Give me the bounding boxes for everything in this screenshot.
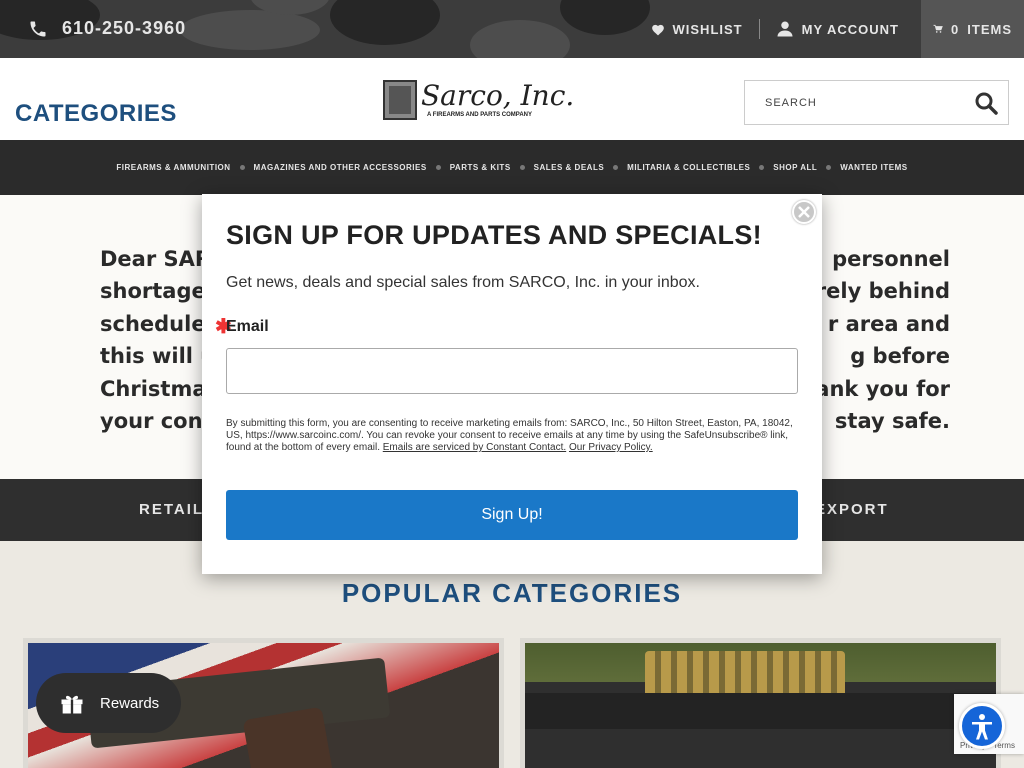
close-icon (798, 206, 810, 218)
sign-up-button[interactable]: Sign Up! (226, 490, 798, 540)
rewards-launcher[interactable]: Rewards (36, 673, 181, 733)
rewards-label: Rewards (100, 694, 160, 712)
gift-icon (61, 695, 83, 714)
signup-modal: SIGN UP FOR UPDATES AND SPECIALS! Get ne… (202, 194, 822, 574)
consent-text: By submitting this form, you are consent… (226, 418, 801, 454)
email-field[interactable] (226, 348, 798, 394)
close-modal-button[interactable] (792, 200, 816, 224)
constant-contact-link[interactable]: Emails are serviced by Constant Contact. (383, 442, 566, 453)
accessibility-button[interactable] (959, 703, 1005, 749)
email-label: Email (226, 318, 269, 335)
accessibility-icon (972, 714, 992, 740)
modal-title: SIGN UP FOR UPDATES AND SPECIALS! (226, 220, 762, 250)
privacy-policy-link[interactable]: Our Privacy Policy. (569, 442, 653, 453)
modal-subtitle: Get news, deals and special sales from S… (226, 274, 700, 291)
